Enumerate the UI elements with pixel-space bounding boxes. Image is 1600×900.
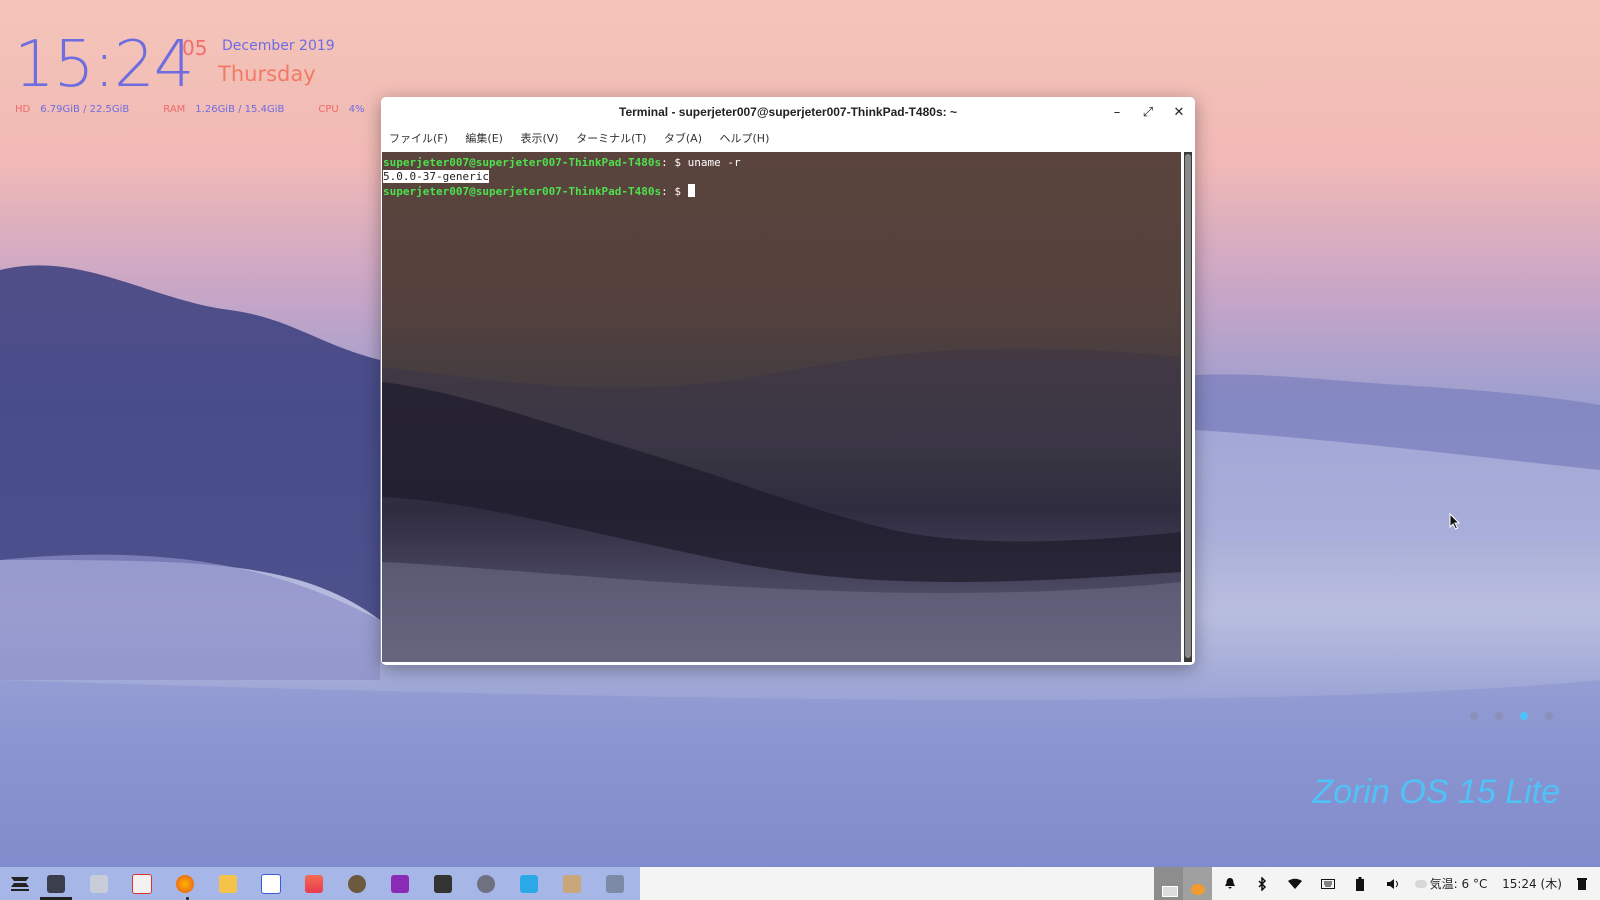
prompt-separator: : $: [661, 156, 688, 169]
files-icon[interactable]: [79, 867, 119, 900]
volume-icon[interactable]: [1382, 867, 1404, 900]
screenshot-icon[interactable]: [509, 867, 549, 900]
wifi-icon[interactable]: [1284, 867, 1306, 900]
trash-icon[interactable]: [1572, 867, 1592, 900]
menu-file[interactable]: ファイル(F): [389, 128, 448, 150]
battery-icon[interactable]: [1350, 867, 1370, 900]
terminal-text: superjeter007@superjeter007-ThinkPad-T48…: [383, 156, 741, 199]
hd-value: 6.79GiB / 22.5GiB: [40, 104, 130, 115]
prompt-separator: : $: [661, 185, 688, 198]
close-button[interactable]: ✕: [1169, 103, 1189, 123]
menu-terminal[interactable]: ターミナル(T): [576, 128, 646, 150]
workspace-2[interactable]: [1183, 867, 1212, 900]
window-icon[interactable]: [595, 867, 635, 900]
terminal-background-image: [382, 348, 1181, 662]
command-output: 5.0.0-37-generic: [383, 170, 489, 183]
menu-tabs[interactable]: タブ(A): [664, 128, 702, 150]
mail-icon[interactable]: [208, 867, 248, 900]
video-editor-icon[interactable]: [423, 867, 463, 900]
maximize-button[interactable]: ⤢: [1138, 103, 1158, 123]
ram-value: 1.26GiB / 15.4GiB: [195, 104, 285, 115]
menu-edit[interactable]: 編集(E): [465, 128, 503, 150]
media-player-icon[interactable]: [380, 867, 420, 900]
prompt-text: superjeter007@superjeter007-ThinkPad-T48…: [383, 156, 662, 169]
window-titlebar[interactable]: Terminal - superjeter007@superjeter007-T…: [381, 97, 1195, 127]
archive-icon[interactable]: [552, 867, 592, 900]
terminal-icon[interactable]: [36, 867, 76, 900]
image-viewer-icon[interactable]: [294, 867, 334, 900]
page-dot[interactable]: [1470, 712, 1478, 720]
workspace-1[interactable]: [1154, 867, 1183, 900]
clock-date: December 2019: [222, 38, 335, 54]
system-info-widget: HD 6.79GiB / 22.5GiB RAM 1.26GiB / 15.4GiB C…: [15, 104, 399, 115]
cloud-icon: [1414, 879, 1427, 888]
taskbar-clock[interactable]: 15:24 (木): [1502, 867, 1562, 900]
hd-label: HD: [15, 104, 31, 115]
window-title: Terminal - superjeter007@superjeter007-T…: [619, 105, 957, 119]
page-dot-active[interactable]: [1520, 712, 1528, 720]
prompt-text: superjeter007@superjeter007-ThinkPad-T48…: [383, 185, 662, 198]
zorin-menu-icon[interactable]: [0, 867, 40, 900]
weather-text: 気温: 6 °C: [1429, 877, 1488, 891]
command-text: uname -r: [687, 156, 741, 169]
ram-label: RAM: [163, 104, 186, 115]
terminal-output-area[interactable]: superjeter007@superjeter007-ThinkPad-T48…: [382, 152, 1181, 662]
terminal-scrollbar[interactable]: [1184, 152, 1192, 662]
scrollbar-thumb[interactable]: [1185, 154, 1191, 658]
page-dot[interactable]: [1545, 712, 1553, 720]
mouse-pointer-icon: [1449, 513, 1461, 530]
terminal-menubar: ファイル(F) 編集(E) 表示(V) ターミナル(T) タブ(A) ヘルプ(H…: [381, 128, 775, 150]
clock-day: Thursday: [218, 62, 316, 86]
document-viewer-icon[interactable]: [122, 867, 162, 900]
bluetooth-icon[interactable]: [1252, 867, 1272, 900]
minimize-button[interactable]: –: [1107, 103, 1127, 123]
cpu-value: 4%: [348, 104, 365, 115]
firefox-icon[interactable]: [165, 867, 205, 900]
text-document-icon[interactable]: [251, 867, 291, 900]
menu-view[interactable]: 表示(V): [520, 128, 558, 150]
taskbar: 気温: 6 °C 15:24 (木): [0, 867, 1600, 900]
terminal-window[interactable]: Terminal - superjeter007@superjeter007-T…: [381, 97, 1195, 665]
menu-help[interactable]: ヘルプ(H): [720, 128, 770, 150]
cpu-label: CPU: [318, 104, 339, 115]
settings-icon[interactable]: [466, 867, 506, 900]
clock-seconds: 05: [182, 36, 208, 60]
weather-indicator[interactable]: 気温: 6 °C: [1414, 867, 1488, 900]
taskbar-app-area: [0, 867, 640, 900]
keyboard-icon[interactable]: [1318, 867, 1338, 900]
text-cursor: [687, 184, 695, 197]
bell-icon[interactable]: [1220, 867, 1240, 900]
gimp-icon[interactable]: [337, 867, 377, 900]
clock-time: 15:24: [14, 28, 194, 102]
page-dot[interactable]: [1495, 712, 1503, 720]
workspace-switcher[interactable]: [1154, 867, 1212, 900]
os-brand-watermark: Zorin OS 15 Lite: [1312, 773, 1560, 811]
